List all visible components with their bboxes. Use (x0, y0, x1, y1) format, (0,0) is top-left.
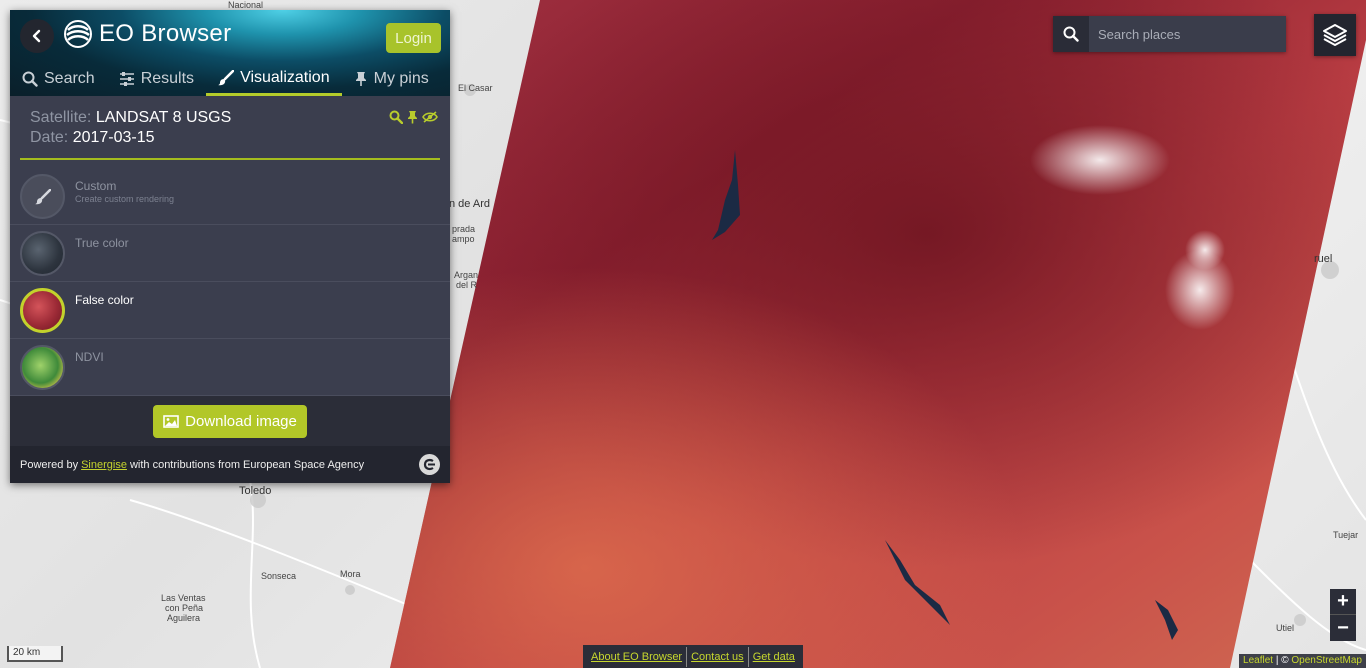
tab-results-label: Results (140, 70, 195, 87)
viz-name-ndvi: NDVI (75, 350, 104, 364)
leaflet-link[interactable]: Leaflet (1243, 655, 1273, 666)
map-label-arga-2: del R (456, 280, 478, 290)
openstreetmap-link[interactable]: OpenStreetMap (1291, 655, 1362, 666)
contact-link[interactable]: Contact us (687, 651, 748, 663)
ndvi-thumbnail (20, 345, 65, 390)
attribution-separator: | © (1273, 655, 1292, 666)
footer-suffix: with contributions from European Space A… (129, 458, 365, 471)
panel-header: EO Browser Login Search Results Visualiz… (10, 10, 450, 96)
hide-icon[interactable] (422, 110, 438, 124)
sliders-icon (119, 72, 134, 86)
zoom-in-button[interactable]: + (1330, 589, 1356, 615)
search-icon (1063, 26, 1079, 42)
image-icon (163, 415, 179, 428)
download-area: Download image (10, 396, 450, 446)
app-logo: EO Browser (63, 19, 231, 49)
map-label-toledo: Toledo (239, 485, 272, 497)
search-places-input[interactable] (1089, 16, 1286, 52)
satellite-line: Satellite: LANDSAT 8 USGS (30, 108, 430, 128)
map-label-arde: n de Ard (449, 198, 490, 210)
viz-item-true-color[interactable]: True color (10, 225, 450, 282)
satellite-key: Satellite: (30, 109, 92, 126)
esa-logo-icon (419, 454, 440, 475)
map-label-sonseca: Sonseca (261, 571, 297, 581)
map-label-prada-2: ampo (452, 234, 475, 244)
zoom-icon[interactable] (389, 110, 403, 124)
tab-search-label: Search (44, 70, 95, 87)
satellite-divider (20, 158, 440, 160)
viz-name-false-color: False color (75, 293, 134, 307)
map-label-las-ventas-1: Las Ventas (161, 593, 206, 603)
map-label-el-casar: El Casar (458, 83, 493, 93)
side-panel: EO Browser Login Search Results Visualiz… (10, 10, 450, 483)
false-color-thumbnail (20, 288, 65, 333)
true-color-thumbnail (20, 231, 65, 276)
sinergise-swirl-icon (64, 20, 92, 48)
visualization-list: Custom Create custom rendering True colo… (10, 168, 450, 396)
pin-icon[interactable] (406, 110, 419, 124)
map-label-nacional: Nacional (228, 0, 264, 10)
search-places-box (1053, 16, 1286, 52)
paintbrush-icon (218, 69, 235, 85)
download-image-button[interactable]: Download image (153, 405, 307, 438)
date-line: Date: 2017-03-15 (30, 128, 430, 148)
zoom-control: + − (1330, 589, 1356, 643)
download-image-label: Download image (185, 413, 297, 430)
date-key: Date: (30, 129, 69, 146)
satellite-actions (389, 110, 438, 124)
back-button[interactable] (20, 19, 54, 53)
map-label-tuejar: Tuejar (1333, 530, 1359, 540)
date-value: 2017-03-15 (72, 129, 155, 146)
panel-footer: Powered by Sinergise with contributions … (10, 446, 450, 483)
tab-search[interactable]: Search (10, 62, 107, 96)
panel-tabs: Search Results Visualization My pins (10, 62, 450, 96)
about-link[interactable]: About EO Browser (587, 651, 686, 663)
chevron-left-icon (32, 29, 41, 43)
map-label-utiel: Utiel (1276, 623, 1295, 633)
tab-visualization[interactable]: Visualization (206, 62, 342, 96)
layers-button[interactable] (1314, 14, 1356, 56)
satellite-info: Satellite: LANDSAT 8 USGS Date: 2017-03-… (10, 96, 450, 158)
footer-prefix: Powered by (20, 458, 79, 471)
map-label-las-ventas-3: Aguilera (167, 613, 201, 623)
satellite-value: LANDSAT 8 USGS (95, 109, 232, 126)
zoom-out-button[interactable]: − (1330, 615, 1356, 641)
viz-item-false-color[interactable]: False color (10, 282, 450, 339)
viz-desc-custom: Create custom rendering (75, 194, 175, 204)
map-label-arga-1: Argan (454, 270, 479, 280)
map-attribution: Leaflet | © OpenStreetMap (1239, 654, 1366, 668)
map-scale: 20 km (7, 646, 63, 662)
map-label-mora: Mora (340, 569, 361, 579)
viz-item-ndvi[interactable]: NDVI (10, 339, 450, 396)
login-button[interactable]: Login (386, 23, 441, 53)
viz-name-custom: Custom (75, 179, 117, 193)
tab-my-pins[interactable]: My pins (342, 62, 441, 96)
get-data-link[interactable]: Get data (749, 651, 799, 663)
pin-icon (355, 72, 366, 86)
app-title: EO Browser (99, 20, 232, 47)
paintbrush-icon (34, 188, 51, 204)
bottom-links: About EO Browser Contact us Get data (583, 645, 803, 668)
layers-icon (1323, 24, 1347, 46)
tab-results[interactable]: Results (107, 62, 206, 96)
custom-thumbnail (20, 174, 65, 219)
tab-my-pins-label: My pins (373, 70, 429, 87)
search-icon (22, 71, 38, 87)
map-label-teruel: ruel (1314, 253, 1333, 265)
viz-name-true-color: True color (75, 236, 129, 250)
viz-item-custom[interactable]: Custom Create custom rendering (10, 168, 450, 225)
map-label-las-ventas-2: con Peña (165, 603, 204, 613)
map-label-prada-1: prada (452, 224, 476, 234)
sinergise-link[interactable]: Sinergise (81, 459, 127, 471)
tab-visualization-label: Visualization (240, 68, 330, 86)
search-button[interactable] (1053, 16, 1089, 52)
